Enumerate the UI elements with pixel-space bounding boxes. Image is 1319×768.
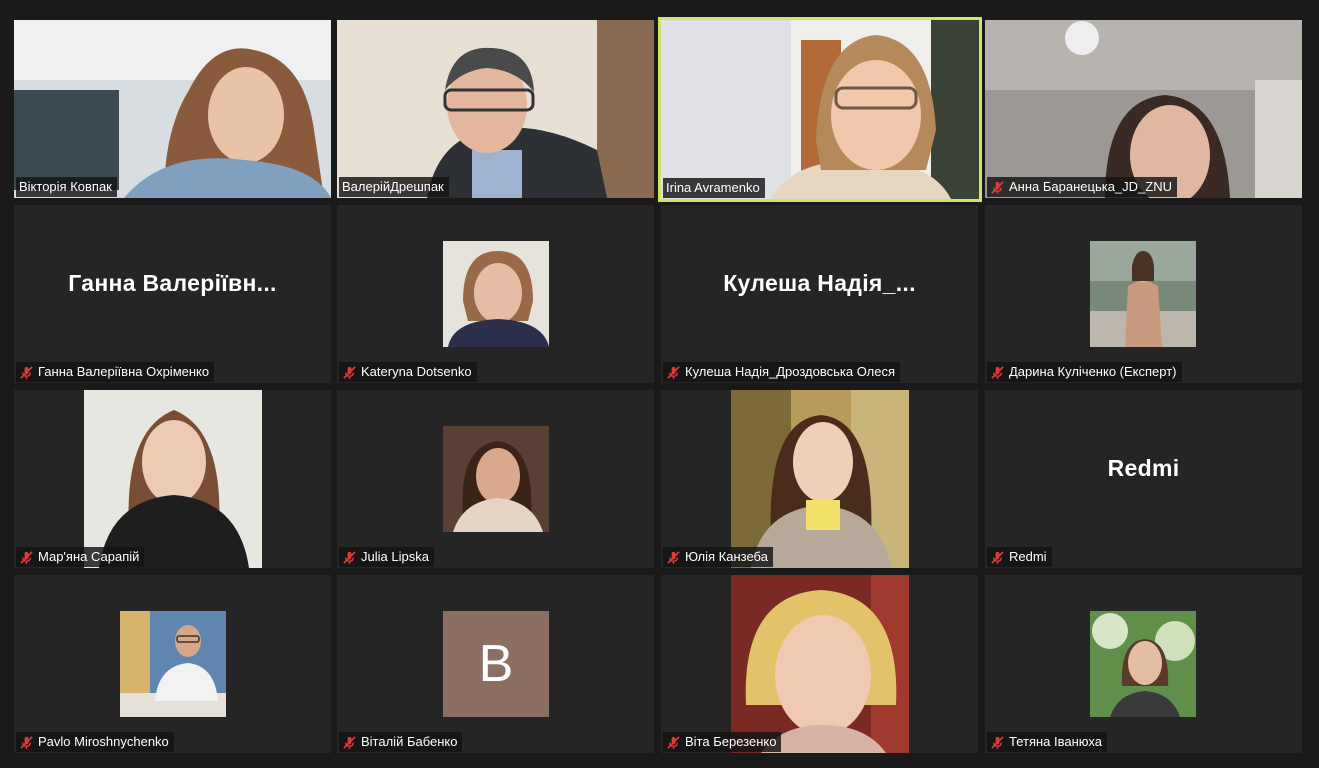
participant-tile[interactable]: Віта Березенко [661, 575, 978, 753]
participant-video [337, 20, 654, 198]
participant-name-bar: Irina Avramenko [663, 178, 765, 198]
participant-name: Віта Березенко [685, 734, 777, 749]
participant-display-name: Кулеша Надія_... [723, 269, 916, 296]
profile-picture [120, 611, 226, 717]
participant-name-bar: ВалерійДрешпак [339, 177, 449, 197]
muted-mic-icon [991, 735, 1004, 749]
participant-name: Ганна Валеріївна Охріменко [38, 364, 210, 379]
participant-name: Irina Avramenko [666, 180, 760, 195]
participant-name: Кулеша Надія_Дроздовська Олеся [685, 364, 896, 379]
muted-mic-icon [343, 550, 356, 564]
participant-name: Дарина Куліченко (Експерт) [1009, 364, 1177, 379]
participant-name-bar: Julia Lipska [339, 547, 434, 567]
participant-name: Тетяна Іванюха [1009, 734, 1102, 749]
profile-picture [1090, 611, 1196, 717]
participant-name-bar: Pavlo Miroshnychenko [16, 732, 174, 752]
participant-video [661, 20, 979, 199]
participant-name-bar: Redmi [987, 547, 1052, 567]
participant-tile[interactable]: ВалерійДрешпак [337, 20, 654, 198]
participant-name-bar: Дарина Куліченко (Експерт) [987, 362, 1182, 382]
muted-mic-icon [343, 735, 356, 749]
participant-display-name: Redmi [1107, 454, 1180, 481]
participant-tile[interactable]: Вікторія Ковпак [14, 20, 331, 198]
participant-name-bar: Юлія Канзеба [663, 547, 773, 567]
participant-name-bar: Ганна Валеріївна Охріменко [16, 362, 215, 382]
participant-name-bar: Віта Березенко [663, 732, 782, 752]
participant-tile[interactable]: Redmi Redmi [985, 390, 1302, 568]
participant-tile[interactable]: Pavlo Miroshnychenko [14, 575, 331, 753]
muted-mic-icon [667, 550, 680, 564]
muted-mic-icon [20, 550, 33, 564]
participant-name: Анна Баранецька_JD_ZNU [1009, 179, 1172, 194]
participant-name-bar: Вікторія Ковпак [16, 177, 117, 197]
muted-mic-icon [343, 365, 356, 379]
participant-name: Kateryna Dotsenko [361, 364, 472, 379]
participant-name: ВалерійДрешпак [342, 179, 444, 194]
participant-name: Вікторія Ковпак [19, 179, 112, 194]
profile-picture [731, 390, 909, 568]
muted-mic-icon [991, 180, 1004, 194]
participant-name: Мар'яна Сарапій [38, 549, 140, 564]
participant-name-bar: Кулеша Надія_Дроздовська Олеся [663, 362, 901, 382]
participant-video [14, 20, 331, 198]
profile-picture [731, 575, 909, 753]
profile-picture [443, 426, 549, 532]
participant-tile[interactable]: Тетяна Іванюха [985, 575, 1302, 753]
muted-mic-icon [991, 365, 1004, 379]
participant-display-name: Ганна Валеріївн... [68, 269, 277, 296]
participant-tile[interactable]: Kateryna Dotsenko [337, 205, 654, 383]
muted-mic-icon [667, 735, 680, 749]
avatar-letter: B [443, 611, 549, 717]
video-gallery: Вікторія Ковпак ВалерійДрешпак Irina Avr… [0, 0, 1319, 768]
participant-tile[interactable]: Анна Баранецька_JD_ZNU [985, 20, 1302, 198]
participant-name: Redmi [1009, 549, 1047, 564]
participant-name-bar: Тетяна Іванюха [987, 732, 1107, 752]
participant-name-bar: Kateryna Dotsenko [339, 362, 477, 382]
muted-mic-icon [20, 735, 33, 749]
muted-mic-icon [20, 365, 33, 379]
participant-name: Юлія Канзеба [685, 549, 768, 564]
muted-mic-icon [991, 550, 1004, 564]
participant-name: Віталій Бабенко [361, 734, 458, 749]
participant-name: Julia Lipska [361, 549, 429, 564]
profile-picture [84, 390, 262, 568]
participant-tile[interactable]: Ганна Валеріївн... Ганна Валеріївна Охрі… [14, 205, 331, 383]
participant-tile-active-speaker[interactable]: Irina Avramenko [658, 17, 982, 202]
profile-picture [1090, 241, 1196, 347]
participant-name: Pavlo Miroshnychenko [38, 734, 169, 749]
participant-name-bar: Віталій Бабенко [339, 732, 463, 752]
muted-mic-icon [667, 365, 680, 379]
participant-tile[interactable]: Мар'яна Сарапій [14, 390, 331, 568]
participant-tile[interactable]: Юлія Канзеба [661, 390, 978, 568]
participant-name-bar: Мар'яна Сарапій [16, 547, 145, 567]
participant-tile[interactable]: Дарина Куліченко (Експерт) [985, 205, 1302, 383]
participant-name-bar: Анна Баранецька_JD_ZNU [987, 177, 1177, 197]
profile-picture [443, 241, 549, 347]
participant-tile[interactable]: Кулеша Надія_... Кулеша Надія_Дроздовськ… [661, 205, 978, 383]
participant-tile[interactable]: B Віталій Бабенко [337, 575, 654, 753]
participant-tile[interactable]: Julia Lipska [337, 390, 654, 568]
participant-video [985, 20, 1302, 198]
